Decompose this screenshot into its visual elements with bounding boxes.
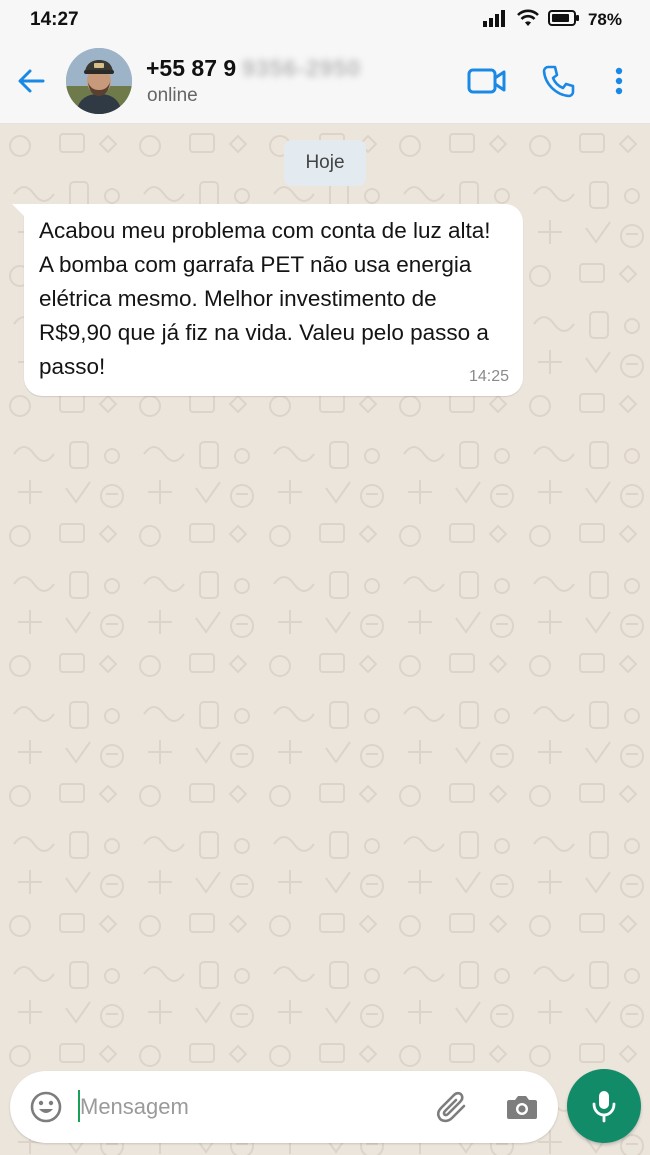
battery-percentage: 78% <box>587 10 622 29</box>
signal-icon <box>482 9 508 32</box>
chat-header: +55 87 9 9356-2950 online <box>0 40 650 124</box>
status-indicators: 78% <box>482 9 622 32</box>
arrow-left-icon <box>18 69 45 93</box>
status-bar: 14:27 78% <box>0 0 650 40</box>
microphone-icon <box>592 1091 616 1123</box>
camera-button[interactable] <box>502 1089 542 1125</box>
chat-area[interactable]: Hoje Acabou meu problema com conta de lu… <box>0 124 650 1155</box>
message-input[interactable] <box>80 1089 420 1125</box>
status-time: 14:27 <box>30 9 79 30</box>
video-camera-icon <box>467 68 506 94</box>
emoji-icon <box>30 1091 62 1123</box>
voice-message-button[interactable] <box>567 1069 641 1143</box>
phone-icon <box>542 65 575 98</box>
paperclip-icon <box>436 1091 466 1123</box>
attach-button[interactable] <box>434 1089 472 1125</box>
video-call-button[interactable] <box>466 62 508 100</box>
message-timestamp: 14:25 <box>468 368 509 385</box>
date-separator: Hoje <box>284 140 366 186</box>
incoming-message-bubble[interactable]: Acabou meu problema com conta de luz alt… <box>12 204 523 396</box>
camera-icon <box>507 1096 537 1119</box>
contact-avatar[interactable] <box>66 48 132 114</box>
contact-number-blurred: 9356-2950 <box>242 55 362 81</box>
more-options-button[interactable] <box>605 62 633 100</box>
more-vert-icon <box>615 67 623 95</box>
message-text: Acabou meu problema com conta de luz alt… <box>39 218 491 379</box>
emoji-button[interactable] <box>28 1089 64 1125</box>
contact-name[interactable]: +55 87 9 9356-2950 <box>146 55 361 82</box>
wifi-icon <box>516 9 540 32</box>
contact-number: +55 87 9 <box>146 55 237 81</box>
battery-icon <box>547 9 580 32</box>
voice-call-button[interactable] <box>541 62 577 100</box>
bubble-tail <box>12 204 26 218</box>
contact-status: online <box>147 85 198 106</box>
back-button[interactable] <box>16 64 46 98</box>
message-composer <box>10 1071 558 1143</box>
